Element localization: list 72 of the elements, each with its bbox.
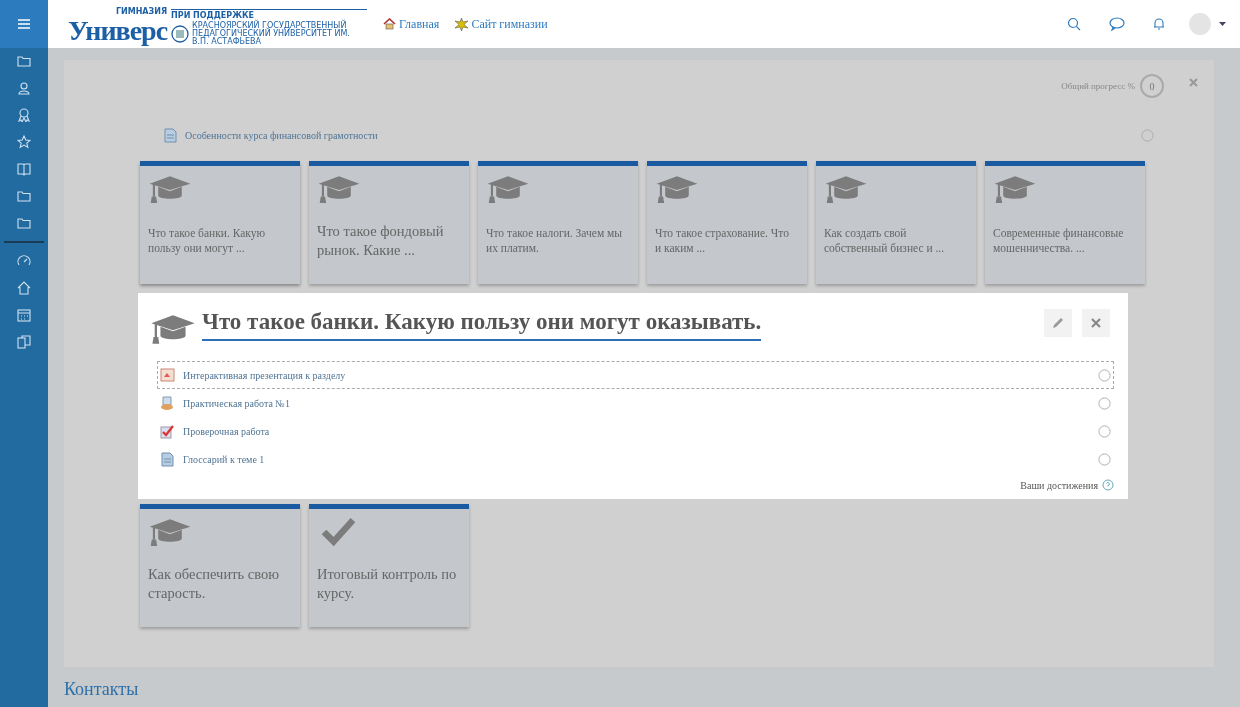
activity-link[interactable]: Проверочная работа [183,425,270,437]
activity-link[interactable]: Практическая работа №1 [183,397,290,409]
menu-icon [18,19,30,29]
emblem-icon [171,25,190,43]
section-card[interactable]: Итоговый контроль по курсу. [309,504,469,627]
graduation-cap-icon [317,174,361,204]
section-title: Что такое страхование. Что и каким ... [655,226,790,256]
activity-row[interactable]: Глоссарий к теме 1 [157,445,1114,473]
footer-heading: Контакты [64,679,140,700]
section-card[interactable]: Что такое фондовый рынок. Какие ... [309,161,469,284]
activity-link[interactable]: Глоссарий к теме 1 [183,453,265,465]
home-icon[interactable] [17,281,31,295]
nav-link[interactable]: Сайт гимназии [455,16,548,32]
folder-icon[interactable] [17,189,31,203]
star-icon[interactable] [17,135,31,149]
presentation-icon [160,367,175,383]
section-card[interactable]: Как создать свой собственный бизнес и ... [816,161,976,284]
section-title: Что такое налоги. Зачем мы их платим. [486,226,624,256]
close-icon [1091,318,1101,328]
chat-icon[interactable] [1109,17,1125,31]
graduation-cap-icon [655,174,699,204]
activity-row[interactable]: Интерактивная презентация к разделу [157,361,1114,389]
section-heading: Что такое банки. Какую пользу они могут оказывать. [202,309,762,341]
section-card[interactable]: Что такое налоги. Зачем мы их платим. [478,161,638,284]
nav-link[interactable]: Главная [383,16,440,32]
progress-label: Общий прогресс % [1061,81,1135,91]
edit-button[interactable] [1044,309,1072,337]
graduation-cap-icon [993,174,1037,204]
book-icon[interactable] [17,162,31,176]
logo-title: Универс [68,16,168,46]
calendar-icon[interactable] [17,308,31,322]
section-title: Что такое банки. Какую пользу они могут ... [148,226,267,256]
document-icon [160,451,175,467]
logo-caption: ПРИ ПОДДЕРЖКЕ [171,11,254,20]
section-card[interactable]: Современные финансовые мошенничества. ... [985,161,1145,284]
logo-caption: ГИМНАЗИЯ [115,7,168,16]
section-card[interactable]: Что такое страхование. Что и каким ... [647,161,807,284]
graduation-cap-icon [150,313,196,345]
section-title: Что такое фондовый рынок. Какие ... [317,222,445,260]
activity-link[interactable]: Особенности курса финансовой грамотности [185,130,378,141]
section-card[interactable]: Как обеспечить свою старость. [140,504,300,627]
activity-row[interactable]: Проверочная работа [157,417,1114,445]
folder-icon[interactable] [17,54,31,68]
achievements-label: Ваши достижения [1020,479,1098,491]
graduation-cap-icon [148,174,192,204]
pencil-icon [1052,317,1064,329]
activity-link[interactable]: Интерактивная презентация к разделу [183,369,346,381]
document-icon [164,128,177,143]
section-title: Как создать свой собственный бизнес и ... [824,226,946,256]
graduation-cap-icon [486,174,530,204]
graduation-cap-icon [148,517,192,547]
section-title: Как обеспечить свою старость. [148,565,280,603]
folder-icon[interactable] [17,216,31,230]
close-button[interactable] [1082,309,1110,337]
progress-value: 0 [1140,74,1164,98]
section-title: Современные финансовые мошенничества. ... [993,226,1125,256]
caret-icon[interactable] [1219,22,1226,26]
award-icon[interactable] [17,108,31,122]
dashboard-icon[interactable] [17,254,31,268]
documents-icon[interactable] [17,335,31,349]
user-icon[interactable] [17,81,31,95]
graduation-cap-icon [824,174,868,204]
menu-button[interactable] [0,0,48,48]
bell-icon[interactable] [1153,17,1165,31]
close-icon[interactable] [1189,77,1198,87]
search-icon[interactable] [1067,17,1081,31]
section-title: Итоговый контроль по курсу. [317,565,457,603]
house-icon [383,18,397,30]
section-card[interactable]: Что такое банки. Какую пользу они могут ... [140,161,300,284]
help-icon[interactable] [1102,479,1114,491]
checklist-icon [160,423,175,439]
activity-row[interactable]: Практическая работа №1 [157,389,1114,417]
